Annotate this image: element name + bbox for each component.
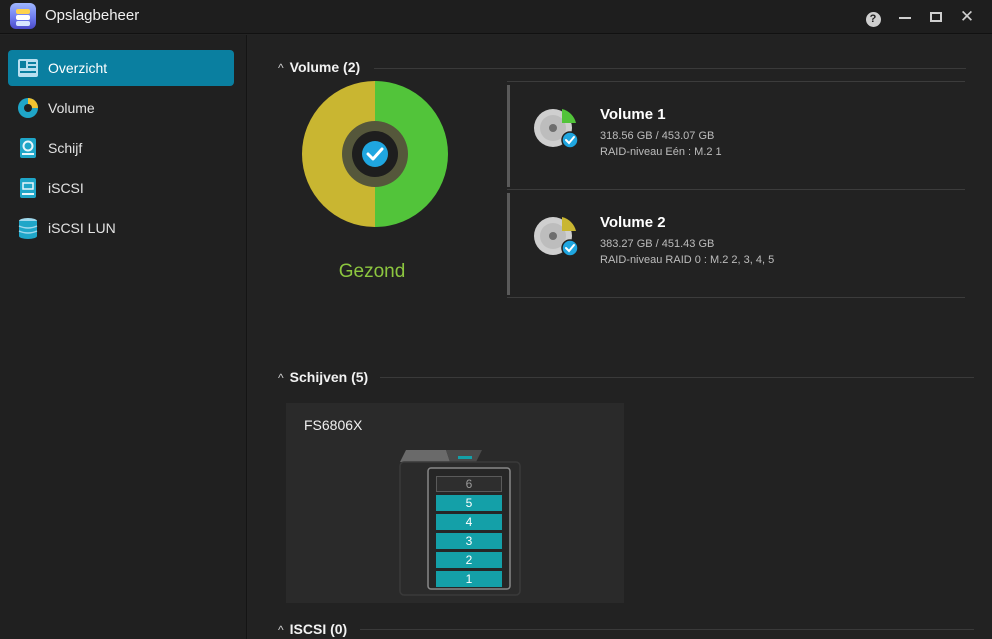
chevron-up-icon: ^ [278,371,284,385]
help-icon: ? [865,12,881,27]
device-name: FS6806X [304,417,363,433]
sidebar-item-iscsi[interactable]: iSCSI [8,170,234,206]
sidebar-item-label: Overzicht [48,60,108,76]
sidebar-item-volume[interactable]: Volume [8,90,234,126]
volume-list-divider [507,189,965,190]
volume-name: Volume 1 [600,106,666,123]
app-logo-icon [10,3,36,29]
volume-list-divider [507,297,965,298]
device-card[interactable]: FS6806X 6 5 4 3 2 1 [286,403,624,603]
title-bar: Opslagbeheer ? ✕ [0,0,992,34]
volume-raid: RAID-niveau RAID 0 : M.2 2, 3, 4, 5 [600,254,775,266]
disk-icon [20,138,36,158]
volume-list-divider [507,81,965,82]
volume-section-toggle[interactable]: ^ Volume (2) [278,59,360,75]
sidebar-item-label: iSCSI LUN [48,220,116,236]
disks-section-heading: Schijven (5) [289,369,369,385]
sidebar-item-label: Schijf [48,140,83,156]
app-title: Opslagbeheer [45,7,140,24]
disks-section-toggle[interactable]: ^ Schijven (5) [278,369,368,385]
check-circle-icon [362,141,388,167]
section-divider [380,377,974,378]
sidebar-item-overzicht[interactable]: Overzicht [8,50,234,86]
disk-bay-1[interactable]: 1 [436,571,502,587]
volume-name: Volume 2 [600,214,666,231]
iscsi-section-toggle[interactable]: ^ ISCSI (0) [278,621,347,637]
disk-bay-2[interactable]: 2 [436,552,502,568]
chevron-up-icon: ^ [278,61,284,75]
iscsi-lun-icon [18,218,38,239]
volume-disk-icon [534,109,579,149]
minimize-icon [899,17,911,19]
iscsi-icon [20,178,36,198]
help-button[interactable]: ? [863,7,883,27]
volume-raid: RAID-niveau Eén : M.2 1 [600,146,722,158]
close-button[interactable]: ✕ [957,7,977,27]
volume-section-heading: Volume (2) [289,59,361,75]
disk-bay-5[interactable]: 5 [436,495,502,511]
volume-health-chart [302,81,448,227]
volume-size: 383.27 GB / 451.43 GB [600,238,715,250]
volume-disk-icon [534,217,579,257]
sidebar-item-label: Volume [48,100,95,116]
minimize-button[interactable] [895,7,915,27]
sidebar-item-iscsi-lun[interactable]: iSCSI LUN [8,210,234,246]
main-content: ^ Volume (2) Gezond Volume 1 318.56 GB / … [248,35,992,639]
maximize-button[interactable] [926,7,946,27]
sidebar-item-schijf[interactable]: Schijf [8,130,234,166]
volume-card-1[interactable]: Volume 1 318.56 GB / 453.07 GB RAID-nive… [507,85,965,187]
close-icon: ✕ [959,7,975,26]
section-divider [360,629,974,630]
overview-icon [18,59,38,77]
section-divider [374,68,966,69]
sidebar-item-label: iSCSI [48,180,84,196]
chevron-up-icon: ^ [278,623,284,637]
sidebar: Overzicht Volume Schijf iSCSI iSCSI LUN [0,35,247,639]
disk-bay-4[interactable]: 4 [436,514,502,530]
maximize-icon [930,12,942,22]
volume-icon [18,98,38,118]
disk-bay-6[interactable]: 6 [436,476,502,492]
nas-illustration: 6 5 4 3 2 1 [398,447,523,597]
disk-bay-3[interactable]: 3 [436,533,502,549]
volume-card-2[interactable]: Volume 2 383.27 GB / 451.43 GB RAID-nive… [507,193,965,295]
volume-size: 318.56 GB / 453.07 GB [600,130,715,142]
health-status: Gezond [338,261,406,282]
iscsi-section-heading: ISCSI (0) [289,621,348,637]
